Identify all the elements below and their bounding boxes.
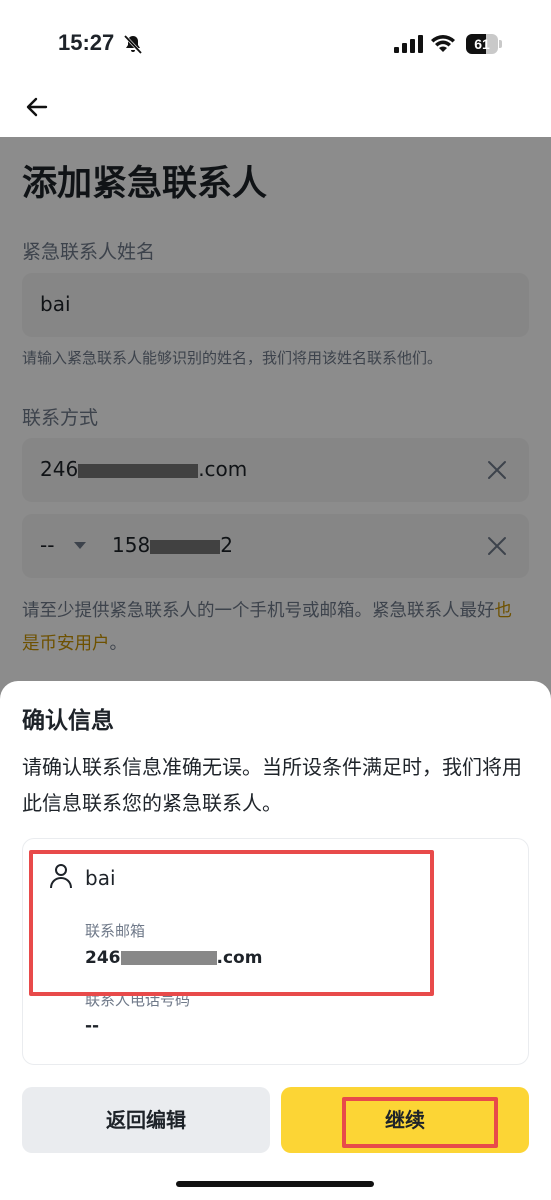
wifi-icon xyxy=(431,35,455,52)
cellular-signal-icon xyxy=(394,35,423,53)
back-to-edit-button[interactable]: 返回编辑 xyxy=(22,1087,270,1153)
back-arrow-icon[interactable] xyxy=(22,92,52,122)
bell-muted-icon xyxy=(123,34,143,55)
status-time: 15:27 xyxy=(58,30,115,55)
confirm-info-sheet: 确认信息 请确认联系信息准确无误。当所设条件满足时，我们将用此信息联系您的紧急联… xyxy=(0,681,551,1200)
home-indicator xyxy=(176,1181,374,1187)
sheet-title: 确认信息 xyxy=(22,708,114,734)
status-bar: 15:27 61 xyxy=(0,0,551,90)
battery-percent: 61 xyxy=(474,36,490,52)
sheet-description: 请确认联系信息准确无误。当所设条件满足时，我们将用此信息联系您的紧急联系人。 xyxy=(22,755,522,815)
battery-icon: 61 xyxy=(466,34,502,54)
phone-value: -- xyxy=(85,1016,100,1036)
continue-highlight-box xyxy=(342,1097,498,1148)
info-highlight-box xyxy=(29,850,434,996)
